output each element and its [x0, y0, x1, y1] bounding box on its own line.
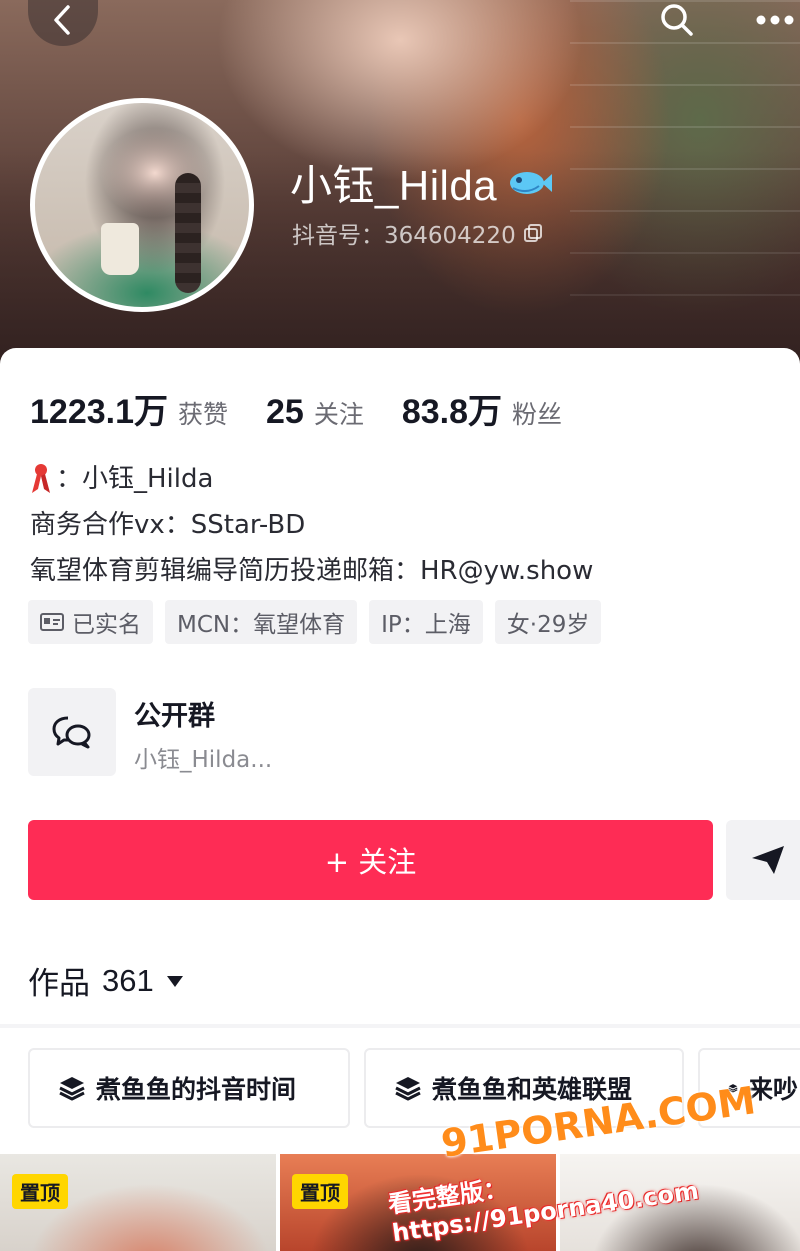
fish-badge-icon[interactable] [505, 168, 553, 198]
chat-bubbles-icon [52, 716, 91, 749]
ribbon-icon [32, 464, 50, 493]
stats-row: 1223.1万 获赞 25 关注 83.8万 粉丝 [30, 384, 600, 433]
tag-label: IP：上海 [381, 612, 471, 638]
collection-label: 煮鱼鱼的抖音时间 [96, 1075, 297, 1104]
follow-button[interactable]: + 关注 [28, 820, 713, 900]
search-icon [661, 4, 693, 36]
layers-icon [395, 1077, 421, 1101]
back-icon [54, 5, 70, 35]
collection-chip[interactable]: 煮鱼鱼的抖音时间 [28, 1048, 350, 1128]
copy-icon[interactable] [522, 222, 544, 244]
group-title: 公开群 [134, 701, 215, 732]
search-button[interactable] [642, 0, 712, 46]
bio-line: 氧望体育剪辑编导简历投递邮箱：HR@yw.show [30, 548, 593, 594]
caret-down-icon [166, 975, 183, 987]
public-group-entry[interactable]: 公开群 小钰_Hilda... [28, 688, 628, 778]
avatar[interactable] [30, 98, 254, 312]
bio: ：小钰_Hilda 商务合作vx：SStar-BD 氧望体育剪辑编导简历投递邮箱… [30, 456, 593, 594]
tag-label: 女·29岁 [506, 612, 590, 638]
id-card-icon [40, 613, 64, 631]
bio-line: ：小钰_Hilda [30, 456, 593, 502]
tag-verified[interactable]: 已实名 [28, 600, 153, 644]
cover-background [570, 0, 800, 330]
avatar-detail [175, 173, 201, 293]
douyin-id-text: 抖音号：364604220 [292, 223, 516, 249]
stat-likes[interactable]: 1223.1万 获赞 [30, 384, 228, 433]
tag-label: MCN：氧望体育 [177, 612, 346, 638]
stat-label: 粉丝 [512, 400, 563, 429]
avatar-detail-cup [101, 223, 139, 275]
tag-gender-age[interactable]: 女·29岁 [494, 600, 602, 644]
nickname-text: 小钰_Hilda [290, 162, 498, 209]
group-subtitle: 小钰_Hilda... [134, 747, 273, 773]
section-divider [0, 1024, 800, 1028]
stat-label: 获赞 [178, 400, 229, 429]
bio-text: 氧望体育剪辑编导简历投递邮箱：HR@yw.show [30, 556, 594, 586]
stat-label: 关注 [313, 400, 364, 429]
more-icon [756, 15, 794, 25]
stat-following[interactable]: 25 关注 [266, 393, 364, 432]
profile-tags: 已实名 MCN：氧望体育 IP：上海 女·29岁 [28, 600, 602, 644]
bio-text: ：小钰_Hilda [56, 464, 214, 494]
tag-ip[interactable]: IP：上海 [369, 600, 483, 644]
stat-value: 83.8万 [401, 393, 503, 431]
share-button[interactable] [726, 820, 800, 900]
video-thumbnail[interactable]: 置顶 [0, 1154, 276, 1251]
douyin-id[interactable]: 抖音号：364604220 [292, 216, 544, 250]
layers-icon [59, 1077, 85, 1101]
follow-label: + 关注 [324, 845, 417, 879]
works-tab[interactable]: 作品 361 [28, 958, 184, 1003]
tag-label: 已实名 [72, 612, 141, 638]
stat-value: 25 [266, 393, 304, 431]
stat-value: 1223.1万 [30, 393, 168, 431]
group-icon-box [28, 688, 116, 776]
more-button[interactable] [740, 0, 800, 46]
pinned-badge: 置顶 [292, 1174, 348, 1209]
works-count: 361 [102, 962, 154, 998]
stat-followers[interactable]: 83.8万 粉丝 [402, 384, 562, 433]
pinned-badge: 置顶 [12, 1174, 68, 1209]
send-icon [752, 846, 784, 874]
bio-line: 商务合作vx：SStar-BD [30, 502, 593, 548]
profile-nickname: 小钰_Hilda [290, 152, 553, 213]
tag-mcn[interactable]: MCN：氧望体育 [165, 600, 358, 644]
works-label: 作品 [28, 966, 90, 1002]
bio-text: 商务合作vx：SStar-BD [30, 510, 306, 540]
